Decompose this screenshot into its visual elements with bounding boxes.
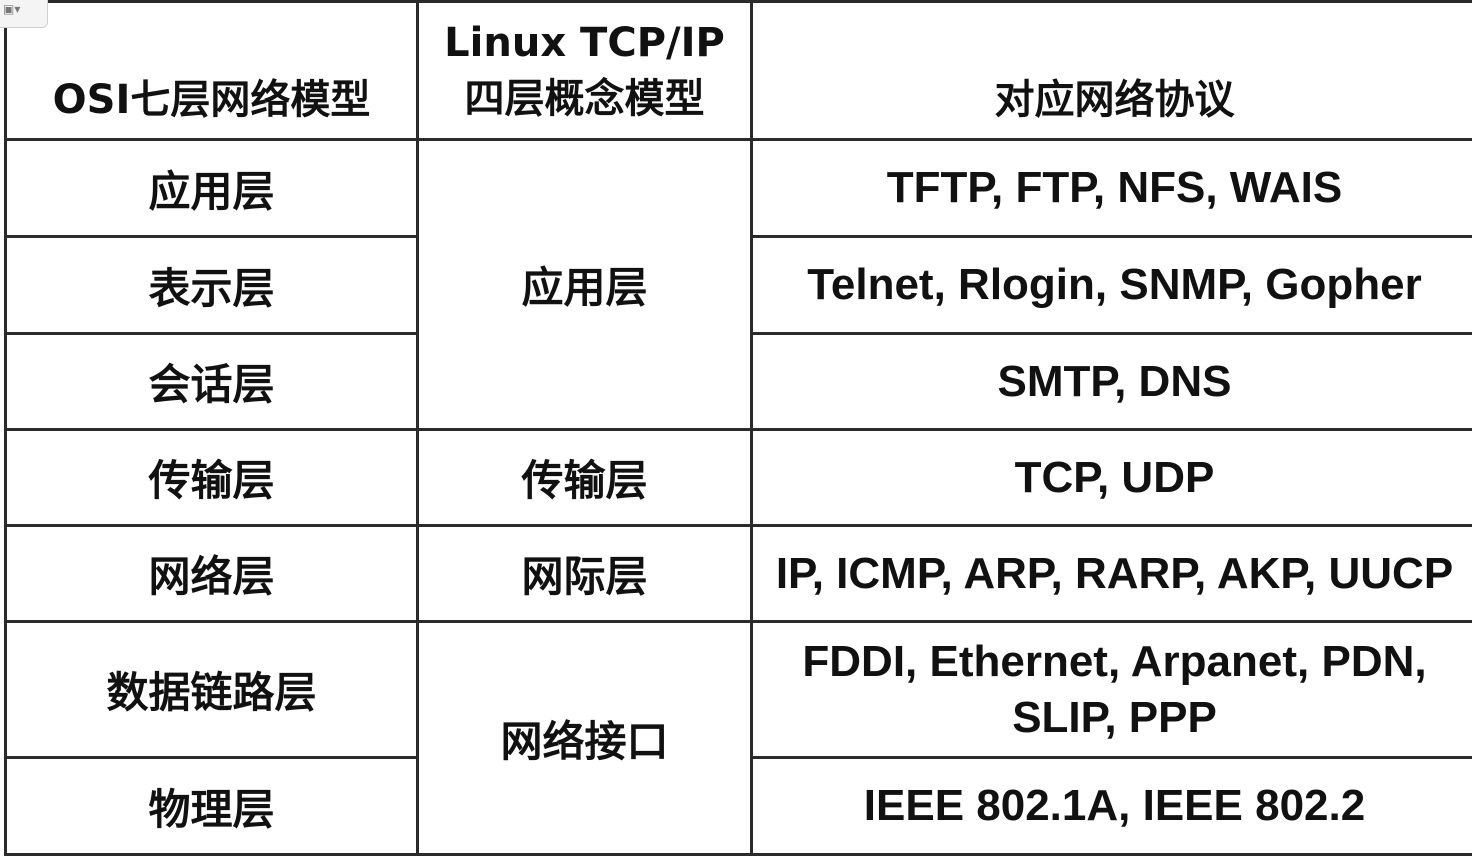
protocol-cell: TCP, UDP bbox=[750, 428, 1472, 527]
header-tcpip-line2: 四层概念模型 bbox=[464, 75, 705, 122]
table-row: 网络层 网际层 IP, ICMP, ARP, RARP, AKP, UUCP bbox=[4, 524, 1472, 623]
header-tcpip-model: Linux TCP/IP 四层概念模型 bbox=[416, 0, 753, 141]
protocol-cell: SMTP, DNS bbox=[750, 332, 1472, 431]
osi-layer-cell: 表示层 bbox=[4, 235, 419, 335]
header-osi-model: OSI七层网络模型 bbox=[4, 0, 419, 141]
osi-layer-cell: 会话层 bbox=[4, 332, 419, 431]
header-protocols: 对应网络协议 bbox=[750, 0, 1472, 141]
protocol-cell: IP, ICMP, ARP, RARP, AKP, UUCP bbox=[750, 524, 1472, 623]
header-row: OSI七层网络模型 Linux TCP/IP 四层概念模型 对应网络协议 bbox=[4, 0, 1472, 141]
osi-layer-cell: 应用层 bbox=[4, 138, 419, 238]
osi-layer-cell: 物理层 bbox=[4, 756, 419, 856]
header-tcpip-line1: Linux TCP/IP bbox=[444, 19, 725, 66]
tcpip-layer-transport: 传输层 bbox=[416, 428, 753, 527]
osi-layer-cell: 网络层 bbox=[4, 524, 419, 623]
protocol-cell: Telnet, Rlogin, SNMP, Gopher bbox=[750, 235, 1472, 335]
image-menu-icon[interactable]: ▣▾ bbox=[0, 0, 48, 28]
osi-layer-cell: 传输层 bbox=[4, 428, 419, 527]
protocol-line: SLIP, PPP bbox=[1012, 692, 1217, 742]
tcpip-layer-application: 应用层 bbox=[416, 138, 753, 431]
table-row: 应用层 应用层 TFTP, FTP, NFS, WAIS bbox=[4, 138, 1472, 431]
protocol-cell: IEEE 802.1A, IEEE 802.2 bbox=[750, 756, 1472, 856]
page: ▣▾ OSI七层网络模型 Linux TCP/IP 四层概念模型 对应网络协议 … bbox=[0, 0, 1472, 856]
table-row: 数据链路层 网络接口 FDDI, Ethernet, Arpanet, PDN,… bbox=[4, 620, 1472, 856]
protocol-cell: TFTP, FTP, NFS, WAIS bbox=[750, 138, 1472, 238]
osi-tcpip-comparison-table: OSI七层网络模型 Linux TCP/IP 四层概念模型 对应网络协议 应用层… bbox=[4, 0, 1472, 856]
tcpip-layer-network-interface: 网络接口 bbox=[416, 620, 753, 856]
protocol-cell: FDDI, Ethernet, Arpanet, PDN, SLIP, PPP bbox=[750, 620, 1472, 759]
protocol-line: FDDI, Ethernet, Arpanet, PDN, bbox=[802, 636, 1427, 686]
table-row: 传输层 传输层 TCP, UDP bbox=[4, 428, 1472, 527]
osi-layer-cell: 数据链路层 bbox=[4, 620, 419, 759]
tcpip-layer-internet: 网际层 bbox=[416, 524, 753, 623]
